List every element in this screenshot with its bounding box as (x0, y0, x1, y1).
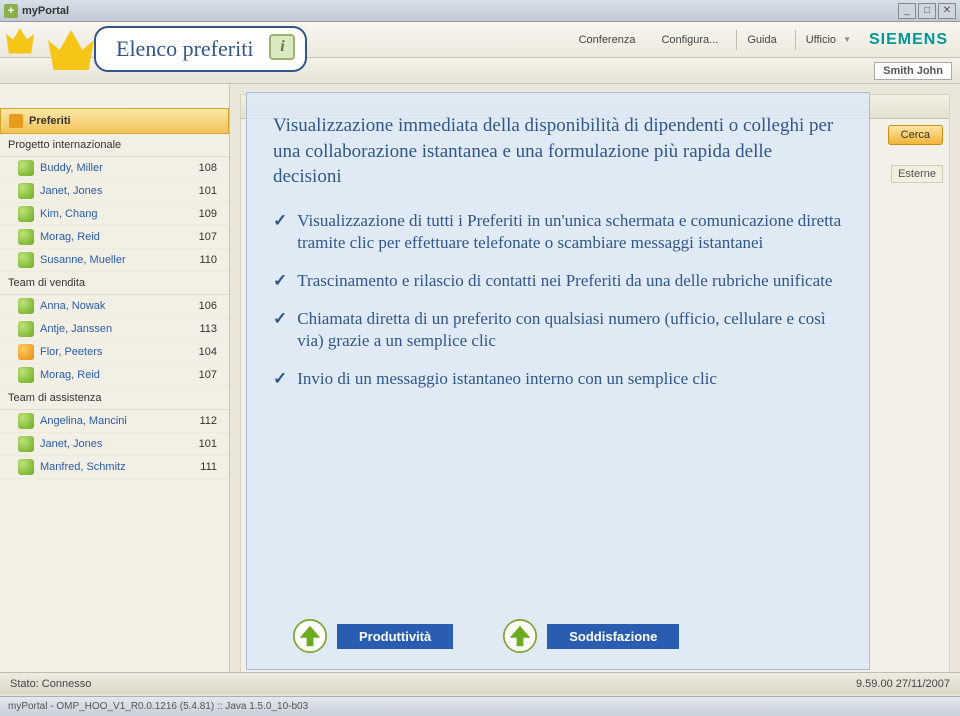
sidebar-contact-item[interactable]: Antje, Janssen 113 (0, 318, 229, 341)
presence-icon (18, 229, 34, 245)
sidebar-contact-item[interactable]: Angelina, Mancini 112 (0, 410, 229, 433)
contact-name: Morag, Reid (40, 231, 100, 243)
preferiti-icon (9, 114, 23, 128)
presence-icon (18, 459, 34, 475)
contact-name: Anna, Nowak (40, 300, 105, 312)
esterne-label: Esterne (891, 165, 943, 183)
sidebar-contact-item[interactable]: Kim, Chang 109 (0, 203, 229, 226)
presence-icon (18, 321, 34, 337)
crown-icon (6, 26, 34, 54)
sidebar-contact-item[interactable]: Morag, Reid 107 (0, 364, 229, 387)
contact-name: Morag, Reid (40, 369, 100, 381)
presence-icon (18, 183, 34, 199)
contact-name: Susanne, Mueller (40, 254, 126, 266)
contact-number: 101 (199, 185, 221, 197)
overlay-bullet: Trascinamento e rilascio di contatti nei… (273, 270, 843, 292)
app-title: myPortal (22, 5, 69, 17)
presence-icon (18, 206, 34, 222)
contact-number: 112 (199, 415, 221, 427)
presence-icon (18, 344, 34, 360)
status-left: Stato: Connesso (10, 678, 91, 690)
sidebar-contact-item[interactable]: Morag, Reid 107 (0, 226, 229, 249)
contact-number: 104 (199, 346, 221, 358)
badge-soddisfazione: Soddisfazione (503, 619, 679, 653)
presence-icon (18, 413, 34, 429)
arrow-up-icon (503, 619, 537, 653)
page-header-badge: Elenco preferiti i (94, 26, 307, 72)
overlay-bullet: Chiamata diretta di un preferito con qua… (273, 308, 843, 352)
window-titlebar: + myPortal _ □ ✕ (0, 0, 960, 22)
info-icon: i (269, 34, 295, 60)
contact-number: 107 (199, 369, 221, 381)
sidebar-contact-item[interactable]: Anna, Nowak 106 (0, 295, 229, 318)
contact-number: 113 (199, 323, 221, 335)
presence-icon (18, 367, 34, 383)
sidebar-preferiti-header[interactable]: Preferiti (0, 108, 229, 134)
sidebar: Preferiti Progetto internazionaleBuddy, … (0, 84, 230, 684)
presence-icon (18, 298, 34, 314)
info-overlay: Visualizzazione immediata della disponib… (246, 92, 870, 670)
minimize-button[interactable]: _ (898, 3, 916, 19)
status-bar: Stato: Connesso 9.59.00 27/11/2007 (0, 672, 960, 694)
contact-name: Janet, Jones (40, 438, 102, 450)
cerca-button[interactable]: Cerca (888, 125, 943, 145)
contact-name: Manfred, Schmitz (40, 461, 126, 473)
configura-button[interactable]: Configura... (653, 30, 726, 50)
contact-name: Angelina, Mancini (40, 415, 127, 427)
overlay-lead-text: Visualizzazione immediata della disponib… (273, 113, 843, 190)
presence-icon (18, 160, 34, 176)
maximize-button[interactable]: □ (918, 3, 936, 19)
sidebar-contact-item[interactable]: Janet, Jones 101 (0, 180, 229, 203)
sidebar-contact-item[interactable]: Susanne, Mueller 110 (0, 249, 229, 272)
contact-name: Kim, Chang (40, 208, 97, 220)
sidebar-group-header[interactable]: Team di assistenza (0, 387, 229, 410)
badge-produttivita: Produttività (293, 619, 453, 653)
sidebar-group-header[interactable]: Team di vendita (0, 272, 229, 295)
overlay-bullet: Invio di un messaggio istantaneo interno… (273, 368, 843, 390)
version-text: myPortal - OMP_HOO_V1_R0.0.1216 (5.4.81)… (8, 701, 308, 712)
presence-icon (18, 436, 34, 452)
contact-number: 107 (199, 231, 221, 243)
contact-name: Janet, Jones (40, 185, 102, 197)
sidebar-group-header[interactable]: Progetto internazionale (0, 134, 229, 157)
current-user[interactable]: Smith John (874, 62, 952, 80)
overlay-bullet: Visualizzazione di tutti i Preferiti in … (273, 210, 843, 254)
contact-number: 108 (199, 162, 221, 174)
contact-number: 106 (199, 300, 221, 312)
ufficio-dropdown[interactable]: Ufficio▼ (795, 30, 859, 50)
guida-button[interactable]: Guida (736, 30, 784, 50)
close-button[interactable]: ✕ (938, 3, 956, 19)
status-right: 9.59.00 27/11/2007 (856, 678, 950, 690)
contact-number: 111 (200, 461, 221, 473)
sidebar-contact-item[interactable]: Manfred, Schmitz 111 (0, 456, 229, 479)
presence-icon (18, 252, 34, 268)
siemens-logo: SIEMENS (869, 31, 954, 49)
version-bar: myPortal - OMP_HOO_V1_R0.0.1216 (5.4.81)… (0, 696, 960, 716)
overlay-bullet-list: Visualizzazione di tutti i Preferiti in … (273, 210, 843, 407)
sidebar-contact-item[interactable]: Flor, Peeters 104 (0, 341, 229, 364)
contact-number: 101 (199, 438, 221, 450)
page-title: Elenco preferiti (116, 36, 253, 61)
contact-name: Flor, Peeters (40, 346, 102, 358)
contact-number: 110 (199, 254, 221, 266)
contact-name: Antje, Janssen (40, 323, 112, 335)
contact-number: 109 (199, 208, 221, 220)
sidebar-contact-item[interactable]: Buddy, Miller 108 (0, 157, 229, 180)
sidebar-contact-item[interactable]: Janet, Jones 101 (0, 433, 229, 456)
arrow-up-icon (293, 619, 327, 653)
conferenza-button[interactable]: Conferenza (571, 30, 644, 50)
content-area: Cerca Esterne Visualizzazione immediata … (230, 84, 960, 684)
contact-name: Buddy, Miller (40, 162, 103, 174)
app-icon: + (4, 4, 18, 18)
